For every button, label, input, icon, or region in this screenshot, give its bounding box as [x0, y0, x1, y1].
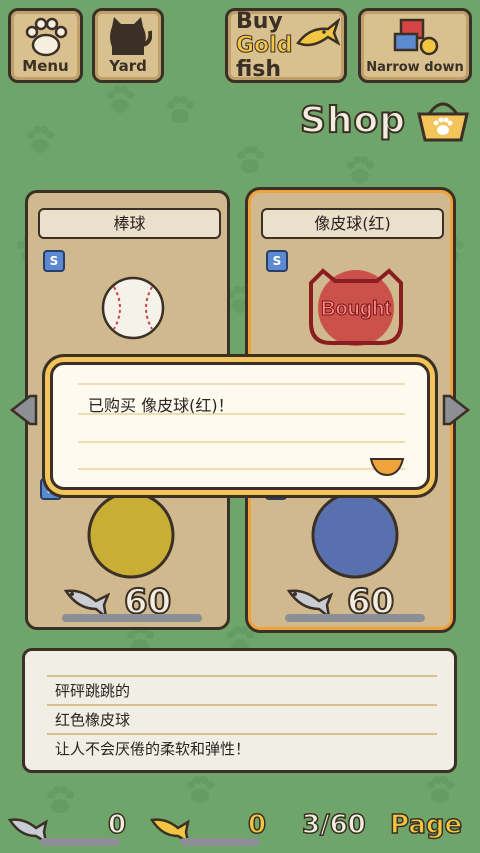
gold-fish-count: 0: [247, 809, 267, 841]
item-name: 棒球: [38, 208, 221, 239]
dialog-rule: [78, 468, 405, 470]
size-badge: S: [266, 250, 288, 272]
dialog-message: 已购买 像皮球(红)！: [88, 396, 234, 415]
shop-title: Shop: [299, 99, 407, 142]
buy-gold-fish-button[interactable]: Buy Gold fish: [225, 8, 347, 83]
page-label: Page: [389, 809, 463, 841]
narrow-down-label: Narrow down: [366, 60, 464, 75]
desc-rule: [47, 675, 437, 677]
yard-button[interactable]: Yard: [92, 8, 164, 83]
description-line: 砰砰跳跳的: [55, 682, 131, 700]
description-line: 让人不会厌倦的柔软和弹性！: [55, 740, 251, 758]
item-description-box: 砰砰跳跳的 红色橡皮球 让人不会厌倦的柔软和弹性！: [22, 648, 457, 773]
yard-label: Yard: [109, 57, 147, 75]
silver-fish-count: 0: [107, 809, 127, 841]
purchase-dialog[interactable]: 已购买 像皮球(红)！: [50, 362, 430, 490]
size-badge: S: [43, 250, 65, 272]
desc-rule: [47, 733, 437, 735]
footer-bar: 0 0 3/60 Page: [0, 808, 480, 848]
continue-arrow-icon: [369, 458, 405, 477]
dialog-rule: [78, 383, 405, 385]
fish-text: fish: [236, 56, 282, 82]
narrow-down-button[interactable]: Narrow down: [358, 8, 472, 83]
bought-stamp-icon: Bought: [309, 268, 403, 346]
toy-box-icon: [393, 18, 439, 56]
shop-basket-icon: [417, 102, 469, 142]
page-left-arrow-icon[interactable]: [8, 392, 40, 428]
page-right-arrow-icon[interactable]: [440, 392, 472, 428]
yellow-ball-icon: [87, 491, 175, 579]
cat-icon: [110, 17, 152, 55]
price-underline: [62, 614, 202, 622]
item-name: 像皮球(红): [261, 208, 444, 239]
menu-button[interactable]: Menu: [8, 8, 83, 83]
menu-label: Menu: [22, 57, 69, 75]
desc-rule: [47, 704, 437, 706]
gold-fish-icon: [296, 17, 340, 47]
paw-icon: [25, 17, 67, 57]
description-line: 红色橡皮球: [55, 711, 131, 729]
price-underline: [285, 614, 425, 622]
blue-ball-icon: [311, 491, 399, 579]
bought-label: Bought: [321, 298, 391, 320]
page-indicator: 3/60: [301, 809, 366, 841]
gold-text: Gold: [235, 32, 293, 58]
baseball-icon: [101, 276, 165, 340]
dialog-rule: [78, 441, 405, 443]
